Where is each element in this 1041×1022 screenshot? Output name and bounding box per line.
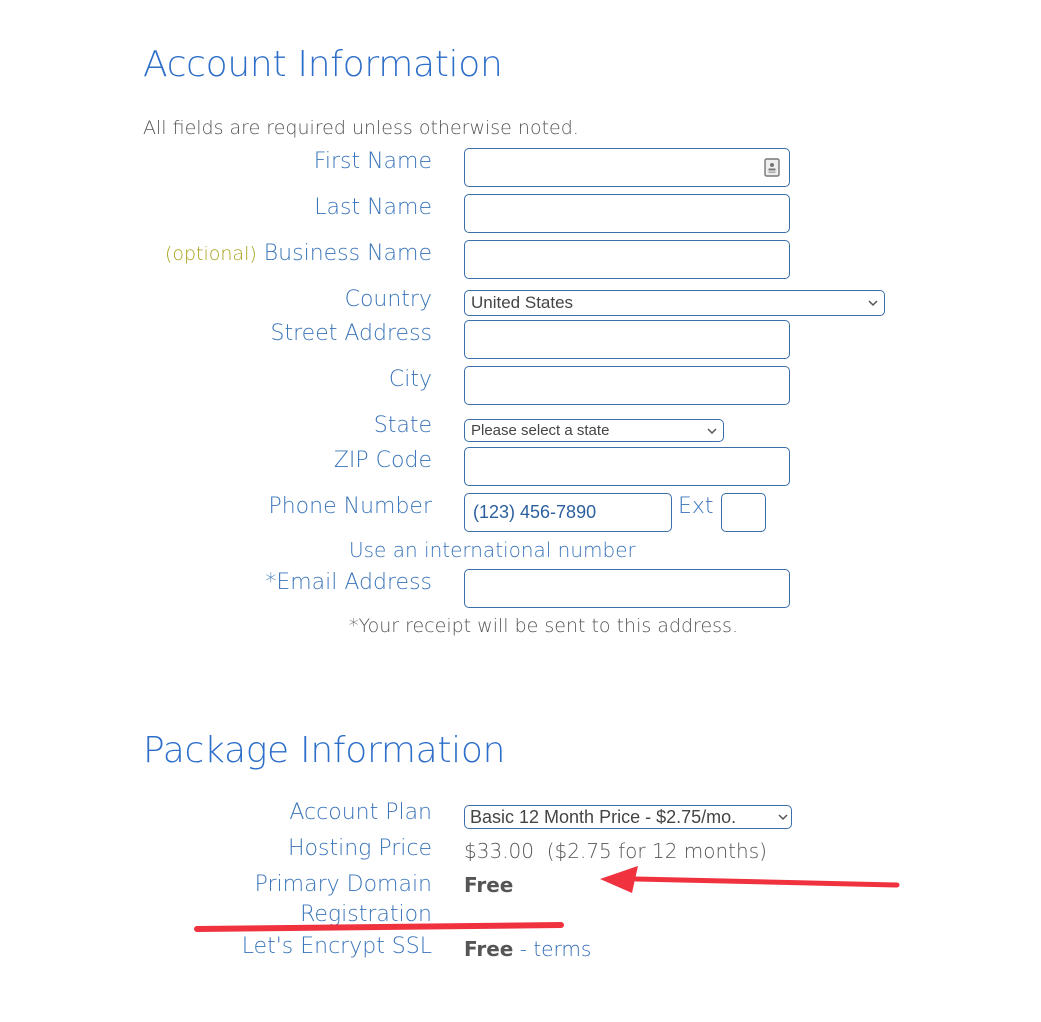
- red-arrow-annotation: [600, 866, 900, 893]
- red-underline-annotation: [194, 922, 564, 932]
- annotation-overlay: [194, 866, 900, 932]
